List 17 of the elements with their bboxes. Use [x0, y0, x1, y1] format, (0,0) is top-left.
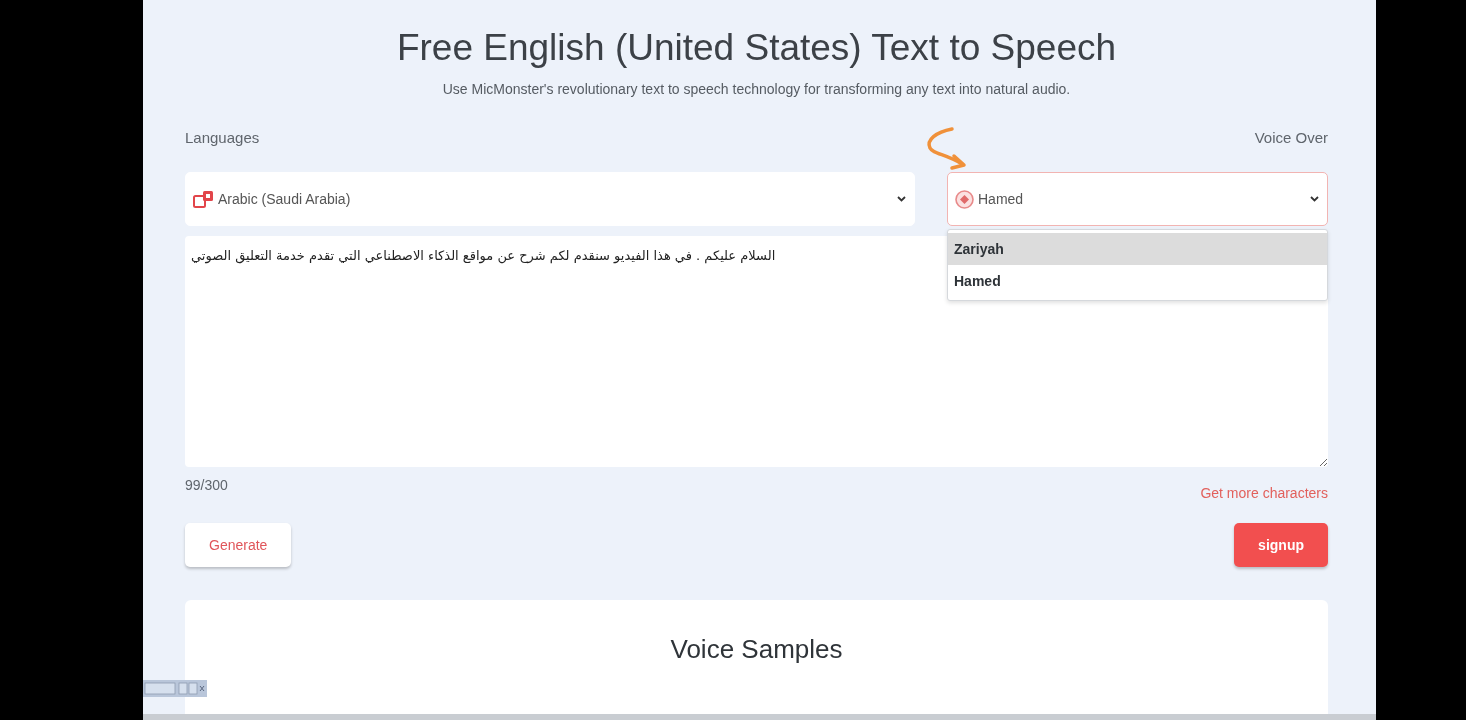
mini-toolbar-drawing [143, 680, 207, 697]
voice-samples-title: Voice Samples [670, 634, 843, 664]
voice-over-label: Voice Over [1254, 128, 1328, 148]
record-icon [955, 189, 974, 209]
language-select[interactable]: Arabic (Saudi Arabia) [185, 172, 915, 226]
generate-button[interactable]: Generate [185, 523, 292, 567]
chevron-down-icon [897, 196, 906, 202]
chevron-down-icon [1310, 196, 1319, 202]
page-subtitle: Use MicMonster's revolutionary text to speech technology for transforming any text into natural audio. [441, 80, 1072, 98]
dropdown-option[interactable]: Hamed [948, 265, 1327, 297]
voice-select[interactable]: Hamed [947, 172, 1328, 226]
page-title: Free English (United States) Text to Speech [395, 26, 1118, 70]
signup-button[interactable]: signup [1234, 523, 1328, 567]
character-count: 99/300 [185, 476, 228, 495]
dropdown-option[interactable]: Zariyah [948, 233, 1327, 265]
translate-icon [193, 189, 214, 209]
languages-label: Languages [185, 128, 260, 148]
